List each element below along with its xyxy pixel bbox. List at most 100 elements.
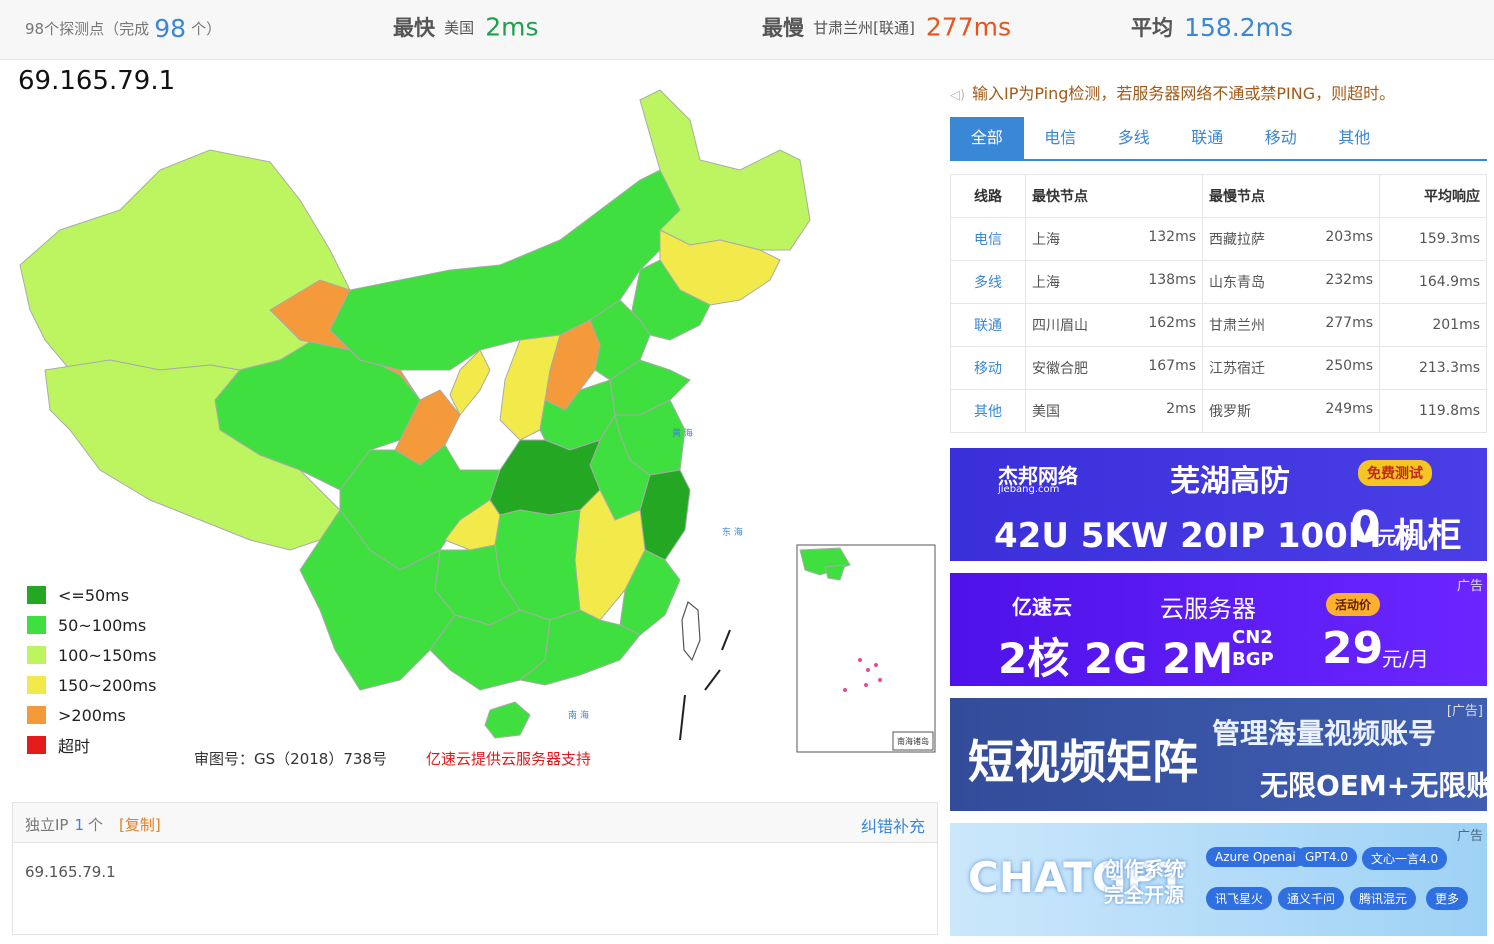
line-link[interactable]: 联通 xyxy=(950,303,1026,347)
tab-telecom[interactable]: 电信 xyxy=(1024,117,1098,159)
fastest-ms: 167ms xyxy=(1148,358,1196,374)
ad1-badge: 免费测试 xyxy=(1358,460,1432,486)
ad-banner-yisu[interactable]: 广告 亿速云 云服务器 活动价 2核 2G 2M CN2 BGP 29 元/月 xyxy=(950,573,1487,686)
fastest-node: 上海 xyxy=(1032,232,1060,248)
average-ms: 213.3ms xyxy=(1379,346,1487,390)
legend-label: 50~100ms xyxy=(58,615,147,635)
probe-count: 98个探测点（完成 98 个） xyxy=(25,14,221,50)
copy-button[interactable]: [复制] xyxy=(119,816,161,834)
ad2-brand: 亿速云 xyxy=(1012,595,1072,619)
unique-ip-header: 独立IP 1 个 [复制] 纠错补充 xyxy=(13,803,937,843)
line-link[interactable]: 电信 xyxy=(950,217,1026,261)
report-error-link[interactable]: 纠错补充 xyxy=(861,813,925,837)
ad4-pill: 文心一言4.0 xyxy=(1362,847,1448,870)
unique-ip-title: 独立IP 1 个 [复制] xyxy=(25,814,161,835)
fastest-location: 美国 xyxy=(444,18,475,37)
ad4-sub1: 创作系统 xyxy=(1104,857,1184,881)
fastest-cell: 上海 132ms xyxy=(1025,217,1203,261)
region-zhejiang[interactable] xyxy=(639,469,691,561)
average-ms: 164.9ms xyxy=(1379,260,1487,304)
map-approval-number: 审图号：GS（2018）738号 xyxy=(194,750,387,768)
fastest-ms: 132ms xyxy=(1148,229,1196,245)
slowest-cell: 西藏拉萨 203ms xyxy=(1202,217,1380,261)
tab-unicom[interactable]: 联通 xyxy=(1171,117,1245,159)
unique-ip-panel: 独立IP 1 个 [复制] 纠错补充 69.165.79.1 xyxy=(12,802,938,935)
probe-count-suffix: 个） xyxy=(191,20,222,38)
unique-ip-label: 独立IP xyxy=(25,816,69,834)
tab-all[interactable]: 全部 xyxy=(950,117,1024,159)
slowest-node: 甘肃兰州 xyxy=(1209,318,1265,334)
table-row: 其他 美国 2ms 俄罗斯 249ms 119.8ms xyxy=(950,389,1487,433)
region-hubei[interactable] xyxy=(489,439,601,516)
ad4-tag: 广告 xyxy=(1456,829,1483,844)
slowest-node: 江苏宿迁 xyxy=(1209,361,1265,377)
slowest-cell: 俄罗斯 249ms xyxy=(1202,389,1380,433)
header-slowest: 最慢节点 xyxy=(1202,174,1380,218)
ad-banner-short-video[interactable]: [广告] 短视频矩阵 管理海量视频账号 无限OEM+无限账号 xyxy=(950,698,1487,811)
fastest-node: 安徽合肥 xyxy=(1032,361,1088,377)
ad2-badge: 活动价 xyxy=(1326,593,1381,616)
ad-banner-jiebang[interactable]: 杰邦网络 jiebang.com 芜湖高防 免费测试 42U 5KW 20IP … xyxy=(950,448,1487,561)
inset-label: 南海诸岛 xyxy=(897,736,929,746)
ad1-price-unit: 元/月 xyxy=(1378,528,1421,549)
line-link[interactable]: 移动 xyxy=(950,346,1026,390)
slowest-node: 山东青岛 xyxy=(1209,275,1265,291)
fastest-node: 四川眉山 xyxy=(1032,318,1088,334)
fastest-stat: 最快 美国 2ms xyxy=(393,12,539,48)
sea-label-east: 东 海 xyxy=(722,526,743,538)
legend-item: 超时 xyxy=(27,730,156,760)
ad4-pill: 更多 xyxy=(1426,887,1469,910)
ad4-pill: 通义千问 xyxy=(1278,887,1345,910)
sponsor-link[interactable]: 亿速云提供云服务器支持 xyxy=(426,748,591,769)
route-summary-table: 线路 最快节点 最慢节点 平均响应 电信 上海 132ms 西藏拉萨 203ms 1… xyxy=(950,174,1487,433)
legend-label: 100~150ms xyxy=(58,645,157,665)
stats-bar: 98个探测点（完成 98 个） 最快 美国 2ms 最慢 甘肃兰州[联通] 27… xyxy=(0,0,1494,60)
fastest-value: 2ms xyxy=(485,12,539,42)
unique-ip-list: 69.165.79.1 xyxy=(25,863,116,881)
ad3-headline: 短视频矩阵 xyxy=(968,735,1198,789)
ad1-price: 0 xyxy=(1350,502,1381,553)
header-line: 线路 xyxy=(950,174,1026,218)
ad2-net2: BGP xyxy=(1232,649,1274,670)
legend-item: <=50ms xyxy=(27,580,156,610)
region-hainan[interactable] xyxy=(484,701,531,739)
table-row: 多线 上海 138ms 山东青岛 232ms 164.9ms xyxy=(950,260,1487,304)
ad2-tag: 广告 xyxy=(1456,579,1483,594)
table-row: 移动 安徽合肥 167ms 江苏宿迁 250ms 213.3ms xyxy=(950,346,1487,390)
ad3-line1: 管理海量视频账号 xyxy=(1212,717,1437,750)
tab-mobile[interactable]: 移动 xyxy=(1244,117,1318,159)
tab-other[interactable]: 其他 xyxy=(1318,117,1392,159)
legend-swatch xyxy=(27,706,46,724)
fastest-cell: 上海 138ms xyxy=(1025,260,1203,304)
average-stat: 平均 158.2ms xyxy=(1131,12,1293,48)
ad-banner-chatgpt[interactable]: 广告 CHATGPT 创作系统 完全开源 Azure Openai GPT4.0… xyxy=(950,823,1487,936)
ad4-pill: Azure Openai xyxy=(1206,847,1305,867)
ad4-pill: GPT4.0 xyxy=(1296,847,1357,867)
slowest-ms: 250ms xyxy=(1325,358,1373,374)
line-link[interactable]: 其他 xyxy=(950,389,1026,433)
legend-label: <=50ms xyxy=(58,585,130,605)
region-taiwan[interactable] xyxy=(681,600,701,662)
legend-label: >200ms xyxy=(58,705,126,725)
fastest-ms: 162ms xyxy=(1148,315,1196,331)
slowest-node: 俄罗斯 xyxy=(1209,404,1251,420)
line-link[interactable]: 多线 xyxy=(950,260,1026,304)
header-average: 平均响应 xyxy=(1379,174,1487,218)
slowest-ms: 249ms xyxy=(1325,401,1373,417)
ad4-pill: 讯飞星火 xyxy=(1206,887,1273,910)
legend-swatch xyxy=(27,736,46,754)
slowest-ms: 232ms xyxy=(1325,272,1373,288)
fastest-node: 美国 xyxy=(1032,404,1060,420)
region-heilongjiang[interactable] xyxy=(639,89,811,251)
ad2-net1: CN2 xyxy=(1232,627,1273,648)
legend-item: 50~100ms xyxy=(27,610,156,640)
tab-multiline[interactable]: 多线 xyxy=(1097,117,1171,159)
fastest-node: 上海 xyxy=(1032,275,1060,291)
legend-swatch xyxy=(27,676,46,694)
slowest-location: 甘肃兰州[联通] xyxy=(813,18,915,37)
average-ms: 159.3ms xyxy=(1379,217,1487,261)
table-row: 电信 上海 132ms 西藏拉萨 203ms 159.3ms xyxy=(950,217,1487,261)
ad2-spec: 2核 2G 2M xyxy=(998,634,1234,683)
ad2-product: 云服务器 xyxy=(1160,595,1256,623)
legend-item: >200ms xyxy=(27,700,156,730)
